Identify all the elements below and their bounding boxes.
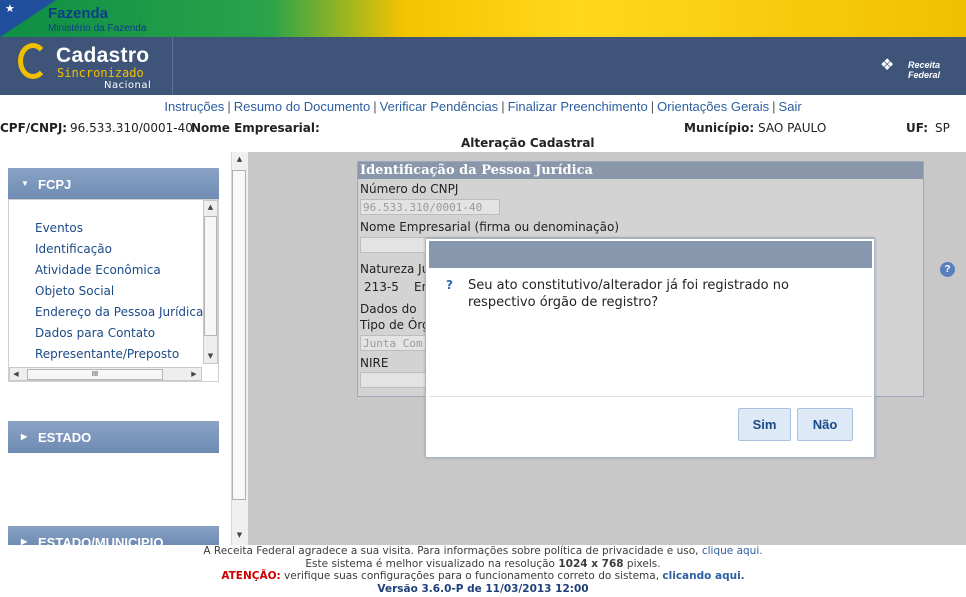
nav-separator: | <box>650 99 655 114</box>
privacy-text: A Receita Federal agradece a sua visita.… <box>203 545 699 557</box>
resolution-post: pixels. <box>626 557 661 570</box>
footer-line3: ATENÇÃO: verifique suas configurações pa… <box>0 570 966 583</box>
nav-sair[interactable]: Sair <box>779 99 802 114</box>
triangle-down-icon: ▼ <box>21 179 29 188</box>
uf-value: SP <box>935 121 950 135</box>
nome-empresarial-field-label: Nome Empresarial (firma ou denominação) <box>360 220 620 234</box>
triangle-right-icon: ▶ <box>21 537 28 545</box>
triangle-right-icon: ▶ <box>21 432 28 441</box>
tipo-orgao-label: Tipo de Órg <box>360 318 430 332</box>
header-divider <box>172 37 173 95</box>
nav-orientacoes-gerais[interactable]: Orientações Gerais <box>657 99 769 114</box>
version-text: Versão 3.6.0-P de 11/03/2013 12:00 <box>377 582 589 595</box>
question-icon: ? <box>446 278 453 292</box>
resolution-value: 1024 x 768 <box>558 557 624 570</box>
fazenda-title: Fazenda <box>48 5 109 22</box>
receita-federal-logo: Receita Federal <box>908 60 941 80</box>
natureza-code: 213-5 <box>364 280 399 294</box>
accordion-label: FCPJ <box>38 177 72 192</box>
menu-item-representante[interactable]: Representante/Preposto <box>35 347 179 361</box>
menu-item-objeto-social[interactable]: Objeto Social <box>35 284 114 298</box>
nav-separator: | <box>501 99 505 114</box>
scroll-up-icon[interactable]: ▲ <box>203 203 218 211</box>
receita-federal-logo-icon: ❖ <box>880 55 895 74</box>
dados-section-label: Dados do <box>360 302 417 316</box>
accordion-label: ESTADO/MUNICIPIO <box>38 535 164 545</box>
nav-separator: | <box>227 99 231 114</box>
cnpj-label: CPF/CNPJ: <box>0 121 68 135</box>
natureza-label: Natureza Ju <box>360 262 430 276</box>
uf-label: UF: <box>906 121 929 135</box>
nire-label: NIRE <box>360 356 389 370</box>
scroll-down-icon[interactable]: ▼ <box>203 352 218 360</box>
no-button[interactable]: Não <box>797 408 853 441</box>
cnpj-value: 96.533.310/0001-40 <box>70 121 193 135</box>
nav-separator: | <box>772 99 776 114</box>
hscroll-thumb[interactable]: III <box>27 369 163 380</box>
dialog-divider <box>429 396 872 397</box>
municipio-label: Município: <box>684 121 755 135</box>
accordion-fcpj[interactable]: ▼ FCPJ <box>8 168 219 200</box>
menu-item-atividade-economica[interactable]: Atividade Econômica <box>35 263 161 277</box>
attention-label: ATENÇÃO: <box>221 570 281 582</box>
privacy-link[interactable]: clique aqui. <box>702 545 763 557</box>
nome-empresarial-label: Nome Empresarial: <box>191 121 320 135</box>
company-info-bar: CPF/CNPJ: 96.533.310/0001-40 Nome Empres… <box>0 121 966 135</box>
sidebar-scroll-thumb[interactable] <box>232 170 246 500</box>
scroll-down-icon[interactable]: ▼ <box>231 531 248 539</box>
logo-line2: Sincronizado <box>57 66 144 80</box>
attention-text: verifique suas configurações para o func… <box>284 570 660 582</box>
scroll-thumb[interactable] <box>204 216 217 336</box>
menu-item-identificacao[interactable]: Identificação <box>35 242 112 256</box>
menu-item-eventos[interactable]: Eventos <box>35 221 83 235</box>
logo-line1: Cadastro <box>56 44 150 67</box>
accordion-estado[interactable]: ▶ ESTADO <box>8 421 219 453</box>
footer: A Receita Federal agradece a sua visita.… <box>0 545 966 597</box>
nav-verificar-pendencias[interactable]: Verificar Pendências <box>380 99 499 114</box>
menu-item-dados-contato[interactable]: Dados para Contato <box>35 326 155 340</box>
nav-finalizar-preenchimento[interactable]: Finalizar Preenchimento <box>508 99 648 114</box>
natureza-field[interactable]: 213-5 Em <box>360 278 433 296</box>
top-navigation: Instruções | Resumo do Documento | Verificar… <box>0 99 966 114</box>
yes-button[interactable]: Sim <box>738 408 791 441</box>
footer-line2: Este sistema é melhor visualizado na res… <box>0 558 966 571</box>
municipio-value: SAO PAULO <box>758 121 827 135</box>
resolution-pre: Este sistema é melhor visualizado na res… <box>305 557 555 570</box>
nav-instrucoes[interactable]: Instruções <box>164 99 224 114</box>
scroll-up-icon[interactable]: ▲ <box>231 155 248 163</box>
panel-title: Identificação da Pessoa Jurídica <box>358 162 923 179</box>
page-title: Alteração Cadastral <box>461 136 595 150</box>
scroll-left-icon[interactable]: ◀ <box>10 370 22 378</box>
accordion-estado-municipio[interactable]: ▶ ESTADO/MUNICIPIO <box>8 526 219 545</box>
footer-line1: A Receita Federal agradece a sua visita.… <box>0 545 966 558</box>
fazenda-subtitle: Ministério da Fazenda <box>48 23 147 34</box>
accordion-label: ESTADO <box>38 430 92 445</box>
nav-resumo-documento[interactable]: Resumo do Documento <box>234 99 371 114</box>
scroll-right-icon[interactable]: ▶ <box>188 370 200 378</box>
logo-line3: Nacional <box>104 80 152 91</box>
star-icon: ★ <box>5 2 15 15</box>
cnpj-number-label: Número do CNPJ <box>360 182 459 196</box>
dialog-message: Seu ato constitutivo/alterador já foi re… <box>468 278 789 310</box>
menu-item-endereco[interactable]: Endereço da Pessoa Jurídica <box>35 305 203 319</box>
cnpj-number-field[interactable]: 96.533.310/0001-40 <box>360 199 500 215</box>
config-link[interactable]: clicando aqui. <box>662 570 744 582</box>
nav-separator: | <box>373 99 377 114</box>
cadastro-logo-icon <box>18 43 48 79</box>
help-icon[interactable]: ? <box>940 262 955 277</box>
dialog-header <box>429 241 872 268</box>
